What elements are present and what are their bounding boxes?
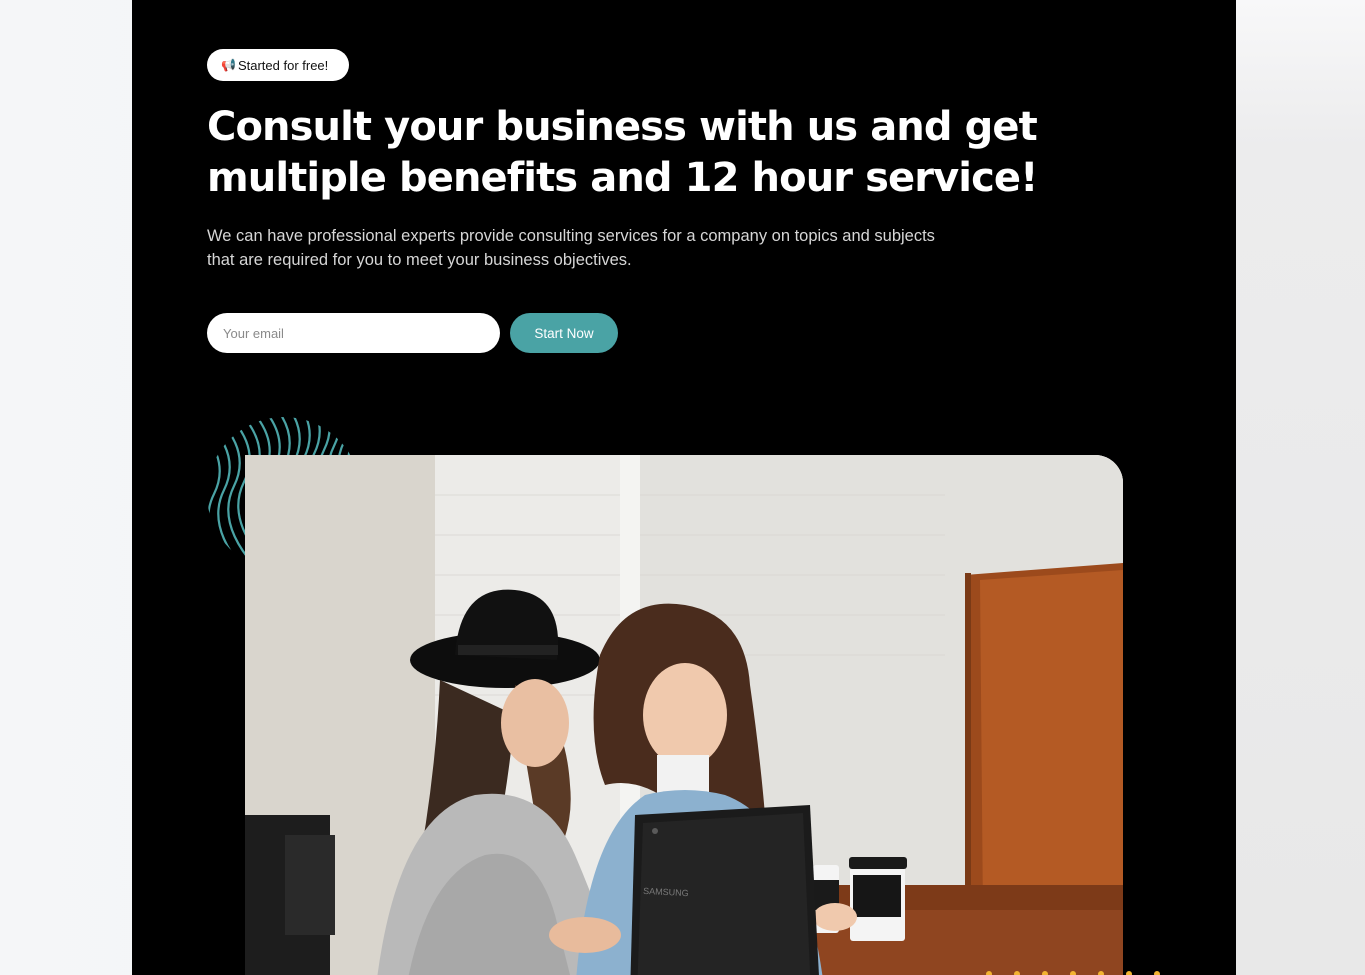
hero-subtext: We can have professional experts provide… <box>207 227 935 269</box>
hero-section: 📢 Started for free! Consult your busines… <box>132 0 1236 975</box>
megaphone-icon: 📢 <box>221 58 236 72</box>
email-input[interactable] <box>207 313 500 353</box>
page-background-right <box>1236 0 1365 975</box>
hero-photo-two-women-laptop: SAMSUNG <box>245 455 1123 975</box>
hero-headline: Consult your business with us and get mu… <box>207 104 1038 201</box>
start-now-button[interactable]: Start Now <box>510 313 618 353</box>
dot-pattern-decoration <box>986 971 1160 975</box>
started-free-badge: 📢 Started for free! <box>207 49 349 81</box>
badge-label: Started for free! <box>237 57 329 73</box>
